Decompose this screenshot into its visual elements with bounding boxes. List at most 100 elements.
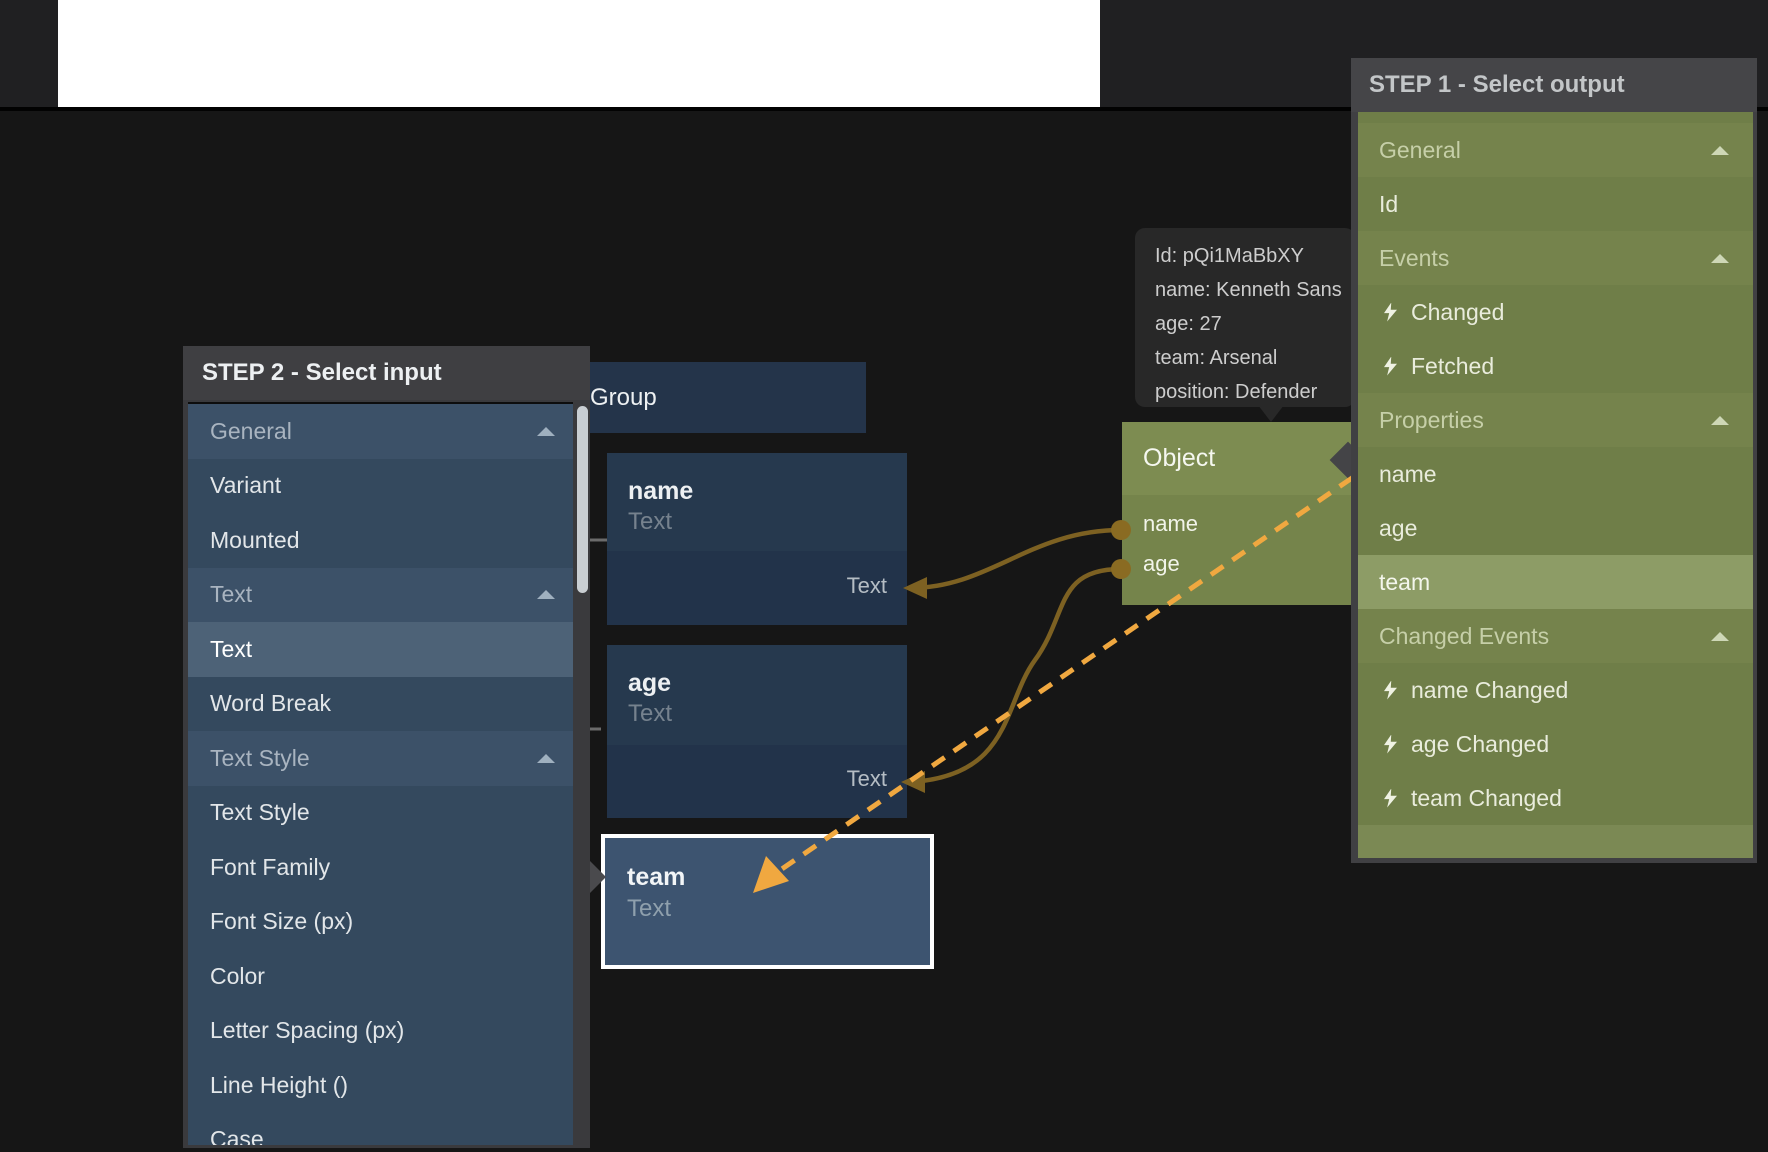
step2-item-label: Case <box>210 1126 264 1145</box>
chevron-up-icon[interactable] <box>537 427 555 436</box>
lightning-icon <box>1384 303 1397 322</box>
name-text-node[interactable]: name Text Text <box>607 453 907 625</box>
object-node-title: Object <box>1143 444 1215 473</box>
step2-item-list: General Variant Mounted Text Text Word Break T… <box>188 402 573 1145</box>
step2-item-label: Text <box>210 581 252 608</box>
step2-item-label: Variant <box>210 472 281 499</box>
object-data-tooltip: Id: pQi1MaBbXY name: Kenneth Sans age: 2… <box>1135 228 1355 407</box>
step2-item-label: Color <box>210 963 265 990</box>
tooltip-id-line: Id: pQi1MaBbXY <box>1155 239 1355 273</box>
tooltip-team-line: team: Arsenal <box>1155 341 1355 375</box>
step1-item-label: Id <box>1379 191 1398 218</box>
step2-item-letter-spacing-px-[interactable]: Letter Spacing (px) <box>188 1004 573 1059</box>
text-input-port[interactable]: Text <box>847 573 887 599</box>
step2-item-label: Letter Spacing (px) <box>210 1017 404 1044</box>
object-output-name[interactable]: name <box>1122 504 1351 544</box>
step2-item-label: Mounted <box>210 527 300 554</box>
step2-item-label: General <box>210 418 292 445</box>
step2-item-label: Font Size (px) <box>210 908 353 935</box>
step1-item-label: age <box>1379 515 1417 542</box>
step1-item-label: Changed Events <box>1379 623 1549 650</box>
team-text-node-selected[interactable]: team Text <box>601 834 934 969</box>
step2-item-label: Text Style <box>210 799 310 826</box>
tooltip-pointer <box>1258 405 1284 422</box>
step2-item-label: Text <box>210 636 252 663</box>
step1-item-label: Fetched <box>1411 353 1494 380</box>
step1-item-name[interactable]: name <box>1358 447 1753 501</box>
step1-item-age-changed[interactable]: age Changed <box>1358 717 1753 771</box>
tooltip-age-line: age: 27 <box>1155 307 1355 341</box>
step1-item-team-changed[interactable]: team Changed <box>1358 771 1753 825</box>
step1-item-name-changed[interactable]: name Changed <box>1358 663 1753 717</box>
step1-item-label: Events <box>1379 245 1449 272</box>
step1-item-list: General Id Events Changed Fetched Properties n… <box>1358 112 1753 825</box>
step2-item-color[interactable]: Color <box>188 949 573 1004</box>
step2-item-label: Word Break <box>210 690 331 717</box>
wire-age-to-text <box>912 569 1121 782</box>
step1-item-label: team <box>1379 569 1430 596</box>
step1-item-team[interactable]: team <box>1358 555 1753 609</box>
node-title: team <box>627 863 930 892</box>
step2-item-label: Line Height () <box>210 1072 348 1099</box>
chevron-up-icon[interactable] <box>1711 416 1729 425</box>
chevron-up-icon[interactable] <box>537 590 555 599</box>
step2-item-font-family[interactable]: Font Family <box>188 840 573 895</box>
step2-item-label: Font Family <box>210 854 330 881</box>
step1-item-events[interactable]: Events <box>1358 231 1753 285</box>
browser-window-strip <box>58 0 1100 107</box>
chevron-up-icon[interactable] <box>1711 254 1729 263</box>
object-node[interactable]: Object name age <box>1122 422 1351 605</box>
node-title: age <box>628 669 907 698</box>
step2-item-mounted[interactable]: Mounted <box>188 513 573 568</box>
step1-item-fetched[interactable]: Fetched <box>1358 339 1753 393</box>
chevron-up-icon[interactable] <box>537 754 555 763</box>
step1-item-general[interactable]: General <box>1358 123 1753 177</box>
step1-item-label: Properties <box>1379 407 1484 434</box>
step2-item-general[interactable]: General <box>188 404 573 459</box>
step2-item-word-break[interactable]: Word Break <box>188 677 573 732</box>
step1-item-id[interactable]: Id <box>1358 177 1753 231</box>
chevron-up-icon[interactable] <box>1711 146 1729 155</box>
group-node-title: Group <box>590 384 657 412</box>
node-type-label: Text <box>627 895 930 923</box>
step2-scrollbar-thumb[interactable] <box>577 406 588 593</box>
lightning-icon <box>1384 789 1397 808</box>
step1-item-changed[interactable]: Changed <box>1358 285 1753 339</box>
step1-item-label: name <box>1379 461 1437 488</box>
step1-item-properties[interactable]: Properties <box>1358 393 1753 447</box>
step2-item-variant[interactable]: Variant <box>188 459 573 514</box>
step1-select-output-panel: STEP 1 - Select output General Id Events Ch… <box>1351 58 1757 863</box>
step1-item-label: age Changed <box>1411 731 1549 758</box>
step2-item-text-style[interactable]: Text Style <box>188 731 573 786</box>
wire-name-to-text <box>910 530 1121 588</box>
step1-item-label: General <box>1379 137 1461 164</box>
lightning-icon <box>1384 357 1397 376</box>
step2-panel-title: STEP 2 - Select input <box>183 346 590 400</box>
step1-panel-footer <box>1358 825 1753 858</box>
chevron-up-icon[interactable] <box>1711 632 1729 641</box>
tooltip-name-line: name: Kenneth Sans <box>1155 273 1355 307</box>
lightning-icon <box>1384 735 1397 754</box>
step2-item-line-height-[interactable]: Line Height () <box>188 1058 573 1113</box>
step2-item-font-size-px-[interactable]: Font Size (px) <box>188 895 573 950</box>
step2-item-text[interactable]: Text <box>188 568 573 623</box>
lightning-icon <box>1384 681 1397 700</box>
step2-item-label: Text Style <box>210 745 310 772</box>
step2-select-input-panel: STEP 2 - Select input General Variant Moun… <box>183 346 590 1148</box>
age-text-node[interactable]: age Text Text <box>607 645 907 818</box>
step1-item-age[interactable]: age <box>1358 501 1753 555</box>
object-output-age[interactable]: age <box>1122 544 1351 584</box>
step2-item-text-style[interactable]: Text Style <box>188 786 573 841</box>
tooltip-position-line: position: Defender <box>1155 375 1355 407</box>
step1-item-changed-events[interactable]: Changed Events <box>1358 609 1753 663</box>
step1-panel-title: STEP 1 - Select output <box>1351 58 1757 112</box>
node-title: name <box>628 477 907 506</box>
group-node[interactable]: Group <box>590 362 866 433</box>
node-editor-canvas: { "top_bar": {}, "step1_panel": { "title… <box>0 0 1768 1152</box>
step2-item-text[interactable]: Text <box>188 622 573 677</box>
text-input-port[interactable]: Text <box>847 766 887 792</box>
step1-item-label: name Changed <box>1411 677 1568 704</box>
node-type-label: Text <box>628 508 907 536</box>
step2-item-case[interactable]: Case <box>188 1113 573 1146</box>
step1-item-label: Changed <box>1411 299 1504 326</box>
